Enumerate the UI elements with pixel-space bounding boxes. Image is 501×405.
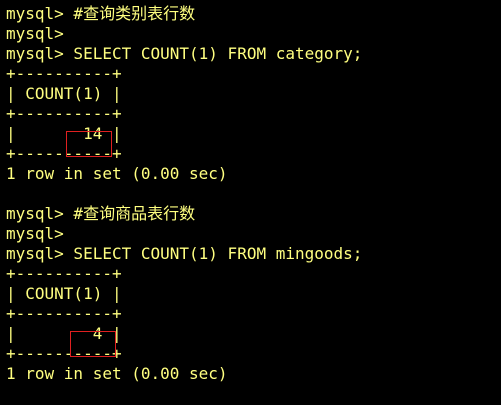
table-border-top: +----------+	[6, 64, 122, 83]
table-header: | COUNT(1) |	[6, 84, 122, 103]
table-header: | COUNT(1) |	[6, 284, 122, 303]
table-row-goods-count: | 4 |	[6, 324, 122, 343]
prompt-empty: mysql>	[6, 24, 64, 43]
result-summary: 1 row in set (0.00 sec)	[6, 364, 228, 383]
prompt-query-category: mysql> SELECT COUNT(1) FROM category;	[6, 44, 363, 63]
mysql-terminal[interactable]: mysql> #查询类别表行数 mysql> mysql> SELECT COU…	[0, 0, 501, 405]
prompt-empty: mysql>	[6, 224, 64, 243]
table-border-bottom: +----------+	[6, 144, 122, 163]
prompt-comment-goods: mysql> #查询商品表行数	[6, 204, 196, 223]
table-border-top: +----------+	[6, 264, 122, 283]
table-border-mid: +----------+	[6, 304, 122, 323]
table-border-mid: +----------+	[6, 104, 122, 123]
table-border-bottom: +----------+	[6, 344, 122, 363]
prompt-query-goods: mysql> SELECT COUNT(1) FROM mingoods;	[6, 244, 363, 263]
result-summary: 1 row in set (0.00 sec)	[6, 164, 228, 183]
table-row-category-count: | 14 |	[6, 124, 122, 143]
prompt-comment-category: mysql> #查询类别表行数	[6, 4, 196, 23]
